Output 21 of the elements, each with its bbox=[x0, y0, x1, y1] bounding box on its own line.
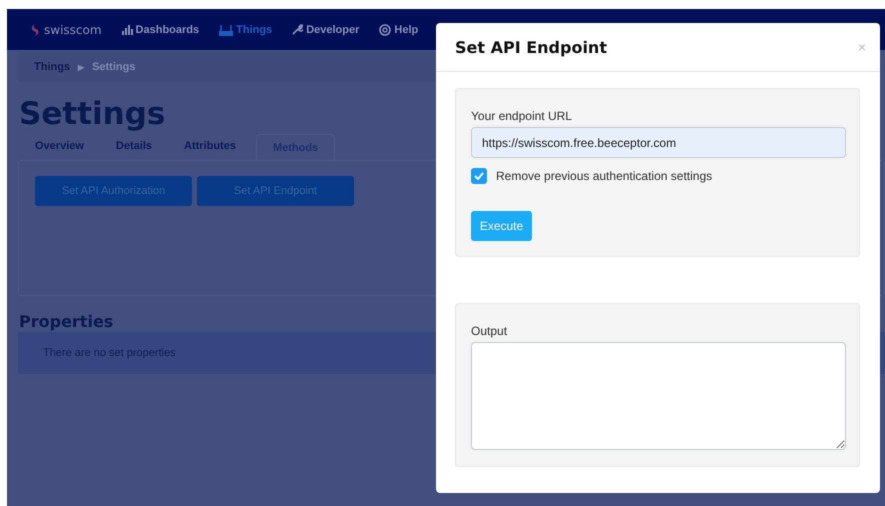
checkbox[interactable] bbox=[471, 168, 487, 184]
nav-link[interactable]: Help bbox=[379, 24, 418, 36]
close-button[interactable]: × bbox=[858, 39, 866, 55]
modal-title: Set API Endpoint bbox=[455, 38, 607, 56]
wrench-icon bbox=[292, 24, 304, 35]
nav-link[interactable]: Things bbox=[219, 24, 272, 36]
breadcrumb-separator: ▶ bbox=[78, 62, 84, 72]
field-label: Your endpoint URL bbox=[471, 109, 573, 123]
field-label: Output bbox=[471, 324, 508, 338]
logo-icon bbox=[29, 22, 41, 36]
router-icon bbox=[219, 24, 234, 36]
checkmark-icon bbox=[474, 172, 484, 180]
brand-name[interactable]: swisscom bbox=[44, 22, 102, 36]
url-input-field[interactable]: https://swisscom.free.beeceptor.com bbox=[471, 127, 846, 158]
nav-link[interactable]: Dashboards bbox=[122, 24, 200, 36]
execute-button[interactable]: Execute bbox=[471, 211, 532, 241]
nav-link[interactable]: Developer bbox=[292, 24, 360, 36]
output-field[interactable] bbox=[471, 342, 846, 450]
bar-chart-icon bbox=[122, 24, 133, 34]
checkbox-label: Remove previous authentication settings bbox=[496, 169, 712, 183]
lifebuoy-icon bbox=[379, 24, 392, 36]
